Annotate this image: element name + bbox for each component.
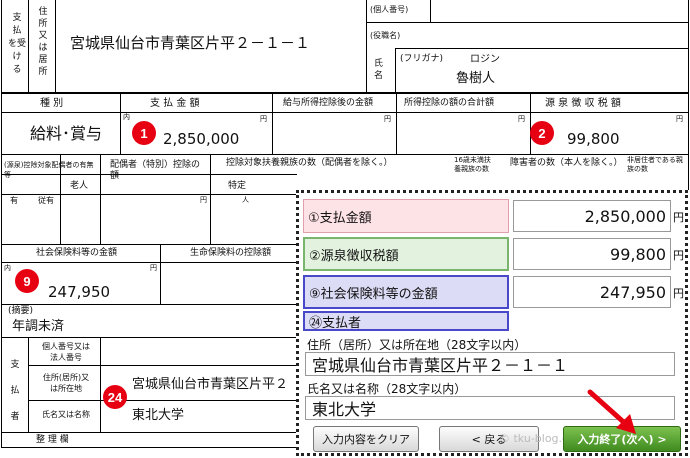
exists-label: 有 xyxy=(10,196,18,205)
yen-mark: 円 xyxy=(150,264,157,272)
payer-name-label: 氏名又は名称 xyxy=(42,410,90,419)
payment-input[interactable]: 2,850,000 xyxy=(513,200,671,232)
elderly-label: 老人 xyxy=(70,181,89,191)
spouse-col-label: 従有 xyxy=(38,196,54,205)
name-caption: 氏名又は名称（28文字以内） xyxy=(307,382,467,396)
yen-mark: 円 xyxy=(260,115,267,123)
id-number-label: (個人番号) xyxy=(370,5,409,14)
name-value: 魯樹人 xyxy=(456,71,496,86)
social-insurance-label: 社会保険料等の金額 xyxy=(36,248,118,258)
nonresident-label: 非居住者である親族の数 xyxy=(627,156,683,173)
payer-id-label: 個人番号又は法人番号 xyxy=(42,342,90,362)
address-caption: 住所（居所）又は所在地（28文字以内） xyxy=(307,338,527,352)
payer-address-input[interactable]: 宮城県仙台市青葉区片平２－１－１ xyxy=(305,352,675,376)
yen-suffix: 円 xyxy=(673,287,684,300)
spouse-header: (源泉)控除対象配偶者の有無等 xyxy=(4,161,94,179)
disabled-header: 障害者の数（本人を除く。） xyxy=(510,158,623,168)
yen-suffix: 円 xyxy=(673,249,684,262)
uchi-mark: 内 xyxy=(4,264,11,272)
address-value: 宮城県仙台市青葉区片平２－１－１ xyxy=(70,34,311,52)
social-insurance-label: ⑨社会保険料等の金額 xyxy=(303,275,509,309)
furigana-label: (フリガナ) xyxy=(400,54,444,64)
under16-label: 16歳未満扶養親族の数 xyxy=(454,156,491,173)
uchi-mark: 内 xyxy=(123,113,130,121)
payer-block-label: 支払者 xyxy=(10,360,20,422)
col-deduction-label: 所得控除の額の合計額 xyxy=(404,98,495,108)
name-label: 氏名 xyxy=(374,59,384,81)
yen-mark: 円 xyxy=(518,115,525,123)
clear-input-button[interactable]: 入力内容をクリア xyxy=(313,426,419,452)
spouse-deduction-label: 配偶者（特別）控除の額 xyxy=(110,160,201,181)
payer-section-label: ㉔支払者 xyxy=(303,311,509,331)
life-insurance-label: 生命保険料の控除額 xyxy=(190,248,272,258)
pointer-arrow-icon xyxy=(587,389,636,434)
remarks-value: 年調未済 xyxy=(12,319,65,334)
type-value: 給料･賞与 xyxy=(30,124,103,143)
address-label: 住所又は居所 xyxy=(38,7,48,77)
payment-value: 2,850,000 xyxy=(163,130,240,148)
badge-24: 24 xyxy=(103,385,127,409)
badge-2: 2 xyxy=(530,121,554,145)
col-income-label: 給与所得控除後の金額 xyxy=(283,98,374,108)
badge-9: 9 xyxy=(15,269,39,293)
furigana-value: ロジン xyxy=(470,54,500,65)
badge-1: 1 xyxy=(132,121,156,145)
person-label: 人 xyxy=(242,196,249,204)
yen-mark: 円 xyxy=(200,196,207,204)
col-withholding-label: 源 泉 徴 収 税 額 xyxy=(545,98,621,109)
withholding-input[interactable]: 99,800 xyxy=(513,238,671,270)
yen-mark: 円 xyxy=(384,115,391,123)
role-label: (役職名) xyxy=(370,31,401,40)
payer-address-value: 宮城県仙台市青葉区片平２ xyxy=(132,377,289,392)
payer-address-label: 住所(居所)又は所在地 xyxy=(42,373,90,393)
social-insurance-input[interactable]: 247,950 xyxy=(513,276,671,308)
remarks-label: (摘要) xyxy=(8,306,34,316)
col-type-label: 種 別 xyxy=(40,98,64,109)
dependents-header: 控除対象扶養親族の数（配偶者を除く。） xyxy=(226,158,393,168)
withholding-value: 99,800 xyxy=(567,130,620,148)
specific-label: 特定 xyxy=(228,181,247,191)
payer-name-value: 東北大学 xyxy=(132,408,185,423)
social-insurance-value: 247,950 xyxy=(48,283,111,301)
payment-label: ①支払金額 xyxy=(303,199,509,233)
serial-label: 整 理 欄 xyxy=(36,435,69,445)
col-payment-label: 支 払 金 額 xyxy=(150,98,200,109)
withholding-label: ②源泉徴収税額 xyxy=(303,237,509,271)
yen-mark: 円 xyxy=(676,115,683,123)
yen-suffix: 円 xyxy=(673,211,684,224)
payer-side-label: 支払を受ける xyxy=(7,13,26,75)
